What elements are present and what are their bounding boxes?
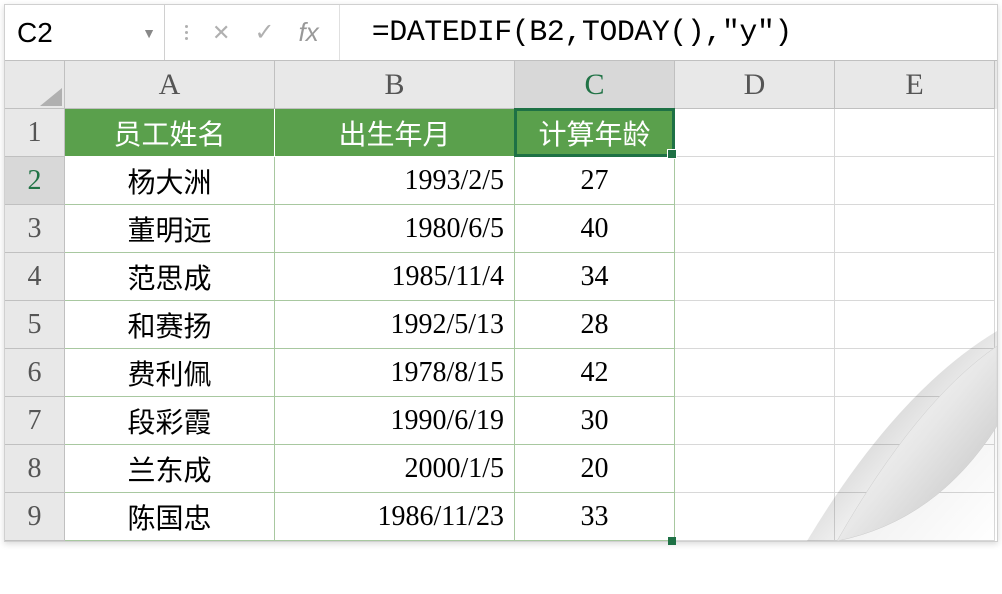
row-header-6[interactable]: 6 xyxy=(5,349,65,397)
cell-A9[interactable]: 陈国忠 xyxy=(65,493,275,541)
row-header-5[interactable]: 5 xyxy=(5,301,65,349)
cell-E2[interactable] xyxy=(835,157,995,205)
row-header-9[interactable]: 9 xyxy=(5,493,65,541)
cell-D1[interactable] xyxy=(675,109,835,157)
fill-handle-icon[interactable] xyxy=(668,537,676,545)
column-headers: A B C D E xyxy=(5,61,997,109)
table-row: 8 兰东成 2000/1/5 20 xyxy=(5,445,997,493)
fx-icon[interactable]: fx xyxy=(299,17,319,48)
row-header-4[interactable]: 4 xyxy=(5,253,65,301)
cell-B6[interactable]: 1978/8/15 xyxy=(275,349,515,397)
cell-A6[interactable]: 费利佩 xyxy=(65,349,275,397)
formula-input[interactable]: =DATEDIF(B2,TODAY(),"y") xyxy=(340,16,997,50)
cell-B4[interactable]: 1985/11/4 xyxy=(275,253,515,301)
cell-C7[interactable]: 30 xyxy=(515,397,675,445)
table-row: 9 陈国忠 1986/11/23 33 xyxy=(5,493,997,541)
row-header-8[interactable]: 8 xyxy=(5,445,65,493)
grid[interactable]: A B C D E 1 员工姓名 出生年月 计算年龄 2 杨大洲 1993/2/… xyxy=(5,61,997,541)
confirm-icon[interactable]: ✓ xyxy=(254,18,274,47)
row-header-1[interactable]: 1 xyxy=(5,109,65,157)
cell-C8[interactable]: 20 xyxy=(515,445,675,493)
cell-E9[interactable] xyxy=(835,493,995,541)
cell-D4[interactable] xyxy=(675,253,835,301)
cell-A3[interactable]: 董明远 xyxy=(65,205,275,253)
cell-C3[interactable]: 40 xyxy=(515,205,675,253)
cell-C6[interactable]: 42 xyxy=(515,349,675,397)
col-header-E[interactable]: E xyxy=(835,61,995,109)
table-row: 5 和赛扬 1992/5/13 28 xyxy=(5,301,997,349)
cell-E5[interactable] xyxy=(835,301,995,349)
chevron-down-icon[interactable]: ▼ xyxy=(142,25,156,41)
table-row: 3 董明远 1980/6/5 40 xyxy=(5,205,997,253)
cell-E6[interactable] xyxy=(835,349,995,397)
expand-handle-icon[interactable] xyxy=(185,25,188,40)
cell-A2[interactable]: 杨大洲 xyxy=(65,157,275,205)
row-header-7[interactable]: 7 xyxy=(5,397,65,445)
table-row: 6 费利佩 1978/8/15 42 xyxy=(5,349,997,397)
cell-B5[interactable]: 1992/5/13 xyxy=(275,301,515,349)
cell-A7[interactable]: 段彩霞 xyxy=(65,397,275,445)
cell-B9[interactable]: 1986/11/23 xyxy=(275,493,515,541)
cell-B8[interactable]: 2000/1/5 xyxy=(275,445,515,493)
table-row: 2 杨大洲 1993/2/5 27 xyxy=(5,157,997,205)
table-row: 7 段彩霞 1990/6/19 30 xyxy=(5,397,997,445)
table-row: 1 员工姓名 出生年月 计算年龄 xyxy=(5,109,997,157)
cell-D3[interactable] xyxy=(675,205,835,253)
cell-D7[interactable] xyxy=(675,397,835,445)
cell-D6[interactable] xyxy=(675,349,835,397)
cell-B3[interactable]: 1980/6/5 xyxy=(275,205,515,253)
cell-E8[interactable] xyxy=(835,445,995,493)
spreadsheet-window: C2 ▼ ✕ ✓ fx =DATEDIF(B2,TODAY(),"y") A B… xyxy=(4,4,998,542)
cell-C4[interactable]: 34 xyxy=(515,253,675,301)
col-header-D[interactable]: D xyxy=(675,61,835,109)
name-box-value: C2 xyxy=(17,17,53,49)
formula-bar: C2 ▼ ✕ ✓ fx =DATEDIF(B2,TODAY(),"y") xyxy=(5,5,997,61)
cell-D2[interactable] xyxy=(675,157,835,205)
cell-A8[interactable]: 兰东成 xyxy=(65,445,275,493)
name-box[interactable]: C2 ▼ xyxy=(5,5,165,60)
cell-E3[interactable] xyxy=(835,205,995,253)
formula-bar-buttons: ✕ ✓ fx xyxy=(165,5,340,60)
cell-E7[interactable] xyxy=(835,397,995,445)
cell-A4[interactable]: 范思成 xyxy=(65,253,275,301)
cell-D8[interactable] xyxy=(675,445,835,493)
col-header-A[interactable]: A xyxy=(65,61,275,109)
col-header-B[interactable]: B xyxy=(275,61,515,109)
row-header-3[interactable]: 3 xyxy=(5,205,65,253)
col-header-C[interactable]: C xyxy=(515,61,675,109)
cell-A5[interactable]: 和赛扬 xyxy=(65,301,275,349)
cell-E1[interactable] xyxy=(835,109,995,157)
cell-A1[interactable]: 员工姓名 xyxy=(65,109,275,157)
row-header-2[interactable]: 2 xyxy=(5,157,65,205)
cell-D9[interactable] xyxy=(675,493,835,541)
cell-B1[interactable]: 出生年月 xyxy=(275,109,515,157)
cell-B7[interactable]: 1990/6/19 xyxy=(275,397,515,445)
cell-C1[interactable]: 计算年龄 xyxy=(515,109,675,157)
cancel-icon[interactable]: ✕ xyxy=(212,20,230,46)
cell-C5[interactable]: 28 xyxy=(515,301,675,349)
cell-B2[interactable]: 1993/2/5 xyxy=(275,157,515,205)
cell-E4[interactable] xyxy=(835,253,995,301)
cell-D5[interactable] xyxy=(675,301,835,349)
cell-C2[interactable]: 27 xyxy=(515,157,675,205)
cell-C9[interactable]: 33 xyxy=(515,493,675,541)
select-all-corner[interactable] xyxy=(5,61,65,109)
table-row: 4 范思成 1985/11/4 34 xyxy=(5,253,997,301)
